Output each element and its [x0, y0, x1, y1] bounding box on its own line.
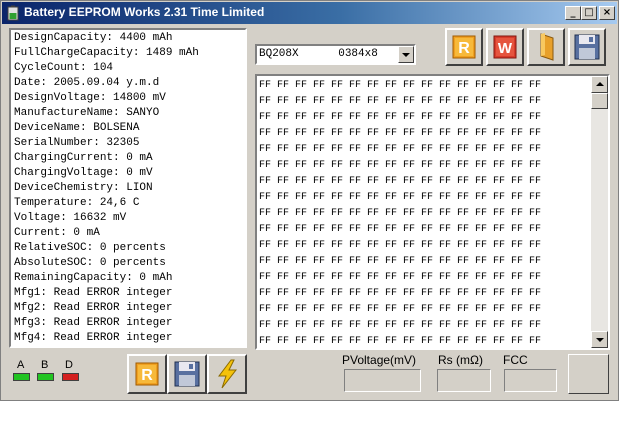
info-line: Mfg4: Read ERROR integer [14, 332, 173, 344]
eeprom-hex-view[interactable]: FF FF FF FF FF FF FF FF FF FF FF FF FF F… [255, 74, 610, 350]
hex-row: FF FF FF FF FF FF FF FF FF FF FF FF FF F… [259, 224, 542, 235]
maximize-button[interactable]: □ [581, 6, 597, 20]
info-line: Mfg2: Read ERROR integer [14, 302, 173, 314]
hex-row: FF FF FF FF FF FF FF FF FF FF FF FF FF F… [259, 96, 542, 107]
info-line: CycleCount: 104 [14, 62, 114, 74]
hex-vertical-scrollbar[interactable] [591, 76, 608, 348]
scroll-up-button[interactable] [591, 76, 608, 93]
write-w-icon: W [493, 35, 517, 59]
save-button-bottom[interactable] [167, 354, 207, 394]
save-file-button[interactable] [568, 28, 606, 66]
window-title: Battery EEPROM Works 2.31 Time Limited [24, 5, 265, 19]
chip-select-value: BQ208X 0384x8 [259, 48, 378, 60]
hex-row: FF FF FF FF FF FF FF FF FF FF FF FF FF F… [259, 176, 542, 187]
info-line: DesignCapacity: 4400 mAh [14, 32, 173, 44]
pvoltage-field[interactable] [344, 369, 421, 392]
info-line: Current: 0 mA [14, 227, 100, 239]
info-line: ManufactureName: SANYO [14, 107, 160, 119]
floppy-save-icon [574, 34, 600, 60]
led-label-d: D [65, 359, 73, 371]
info-line: Mfg1: Read ERROR integer [14, 287, 173, 299]
hex-row: FF FF FF FF FF FF FF FF FF FF FF FF FF F… [259, 256, 542, 267]
hex-row: FF FF FF FF FF FF FF FF FF FF FF FF FF F… [259, 128, 542, 139]
info-line: Mfg3: Read ERROR integer [14, 317, 173, 329]
app-window: Battery EEPROM Works 2.31 Time Limited _… [0, 0, 619, 401]
led-a-indicator [13, 373, 30, 381]
read-r-icon: R [135, 362, 159, 386]
fcc-label: FCC [503, 353, 528, 367]
hex-row: FF FF FF FF FF FF FF FF FF FF FF FF FF F… [259, 320, 542, 331]
minimize-button[interactable]: _ [565, 6, 581, 20]
info-line: Date: 2005.09.04 y.m.d [14, 77, 160, 89]
hex-row: FF FF FF FF FF FF FF FF FF FF FF FF FF F… [259, 304, 542, 315]
chip-select-dropdown[interactable]: BQ208X 0384x8 [255, 44, 416, 65]
close-button[interactable]: × [599, 6, 615, 20]
info-line: ChargingVoltage: 0 mV [14, 167, 153, 179]
hex-row: FF FF FF FF FF FF FF FF FF FF FF FF FF F… [259, 144, 542, 155]
info-line: ChargingCurrent: 0 mA [14, 152, 153, 164]
floppy-save-icon [174, 361, 200, 387]
hex-row: FF FF FF FF FF FF FF FF FF FF FF FF FF F… [259, 160, 542, 171]
flash-button[interactable] [207, 354, 247, 394]
scroll-down-button[interactable] [591, 331, 608, 348]
hex-row: FF FF FF FF FF FF FF FF FF FF FF FF FF F… [259, 192, 542, 203]
info-line: Temperature: 24,6 C [14, 197, 140, 209]
led-label-a: A [17, 359, 25, 371]
title-bar[interactable]: Battery EEPROM Works 2.31 Time Limited _… [2, 2, 617, 24]
pvoltage-label: PVoltage(mV) [342, 353, 417, 367]
led-label-b: B [41, 359, 49, 371]
blank-action-button[interactable] [568, 354, 609, 394]
battery-info-panel[interactable]: DesignCapacity: 4400 mAh FullChargeCapac… [9, 28, 247, 348]
hex-row: FF FF FF FF FF FF FF FF FF FF FF FF FF F… [259, 288, 542, 299]
hex-row: FF FF FF FF FF FF FF FF FF FF FF FF FF F… [259, 240, 542, 251]
dropdown-arrow-button[interactable] [398, 46, 414, 63]
led-d-indicator [62, 373, 79, 381]
info-line: RemainingCapacity: 0 mAh [14, 272, 173, 284]
write-eeprom-button[interactable]: W [486, 28, 524, 66]
arrow-down-icon [596, 338, 604, 342]
lightning-icon [218, 359, 238, 389]
scroll-thumb[interactable] [591, 93, 608, 109]
hex-row: FF FF FF FF FF FF FF FF FF FF FF FF FF F… [259, 336, 542, 347]
info-line: RelativeSOC: 0 percents [14, 242, 166, 254]
info-line: FullChargeCapacity: 1489 mAh [14, 47, 199, 59]
hex-row: FF FF FF FF FF FF FF FF FF FF FF FF FF F… [259, 80, 542, 91]
info-line: SerialNumber: 32305 [14, 137, 140, 149]
fcc-field[interactable] [504, 369, 557, 392]
info-line: Voltage: 16632 mV [14, 212, 127, 224]
hex-row: FF FF FF FF FF FF FF FF FF FF FF FF FF F… [259, 208, 542, 219]
rs-label: Rs (mΩ) [438, 353, 483, 367]
svg-text:R: R [141, 367, 153, 384]
read-eeprom-button[interactable]: R [445, 28, 483, 66]
open-file-button[interactable] [527, 28, 565, 66]
info-line: DesignVoltage: 14800 mV [14, 92, 166, 104]
info-line: AbsoluteSOC: 0 percents [14, 257, 166, 269]
battery-app-icon [7, 5, 19, 21]
info-line: DeviceChemistry: LION [14, 182, 153, 194]
chevron-down-icon [402, 53, 410, 57]
folder-icon [540, 33, 554, 61]
read-r-icon: R [452, 35, 476, 59]
hex-row: FF FF FF FF FF FF FF FF FF FF FF FF FF F… [259, 272, 542, 283]
info-line: DeviceName: BOLSENA [14, 122, 140, 134]
arrow-up-icon [596, 82, 604, 86]
rs-field[interactable] [437, 369, 491, 392]
svg-text:W: W [498, 40, 513, 57]
led-b-indicator [37, 373, 54, 381]
read-button-bottom[interactable]: R [127, 354, 167, 394]
svg-text:R: R [458, 40, 470, 57]
hex-row: FF FF FF FF FF FF FF FF FF FF FF FF FF F… [259, 112, 542, 123]
